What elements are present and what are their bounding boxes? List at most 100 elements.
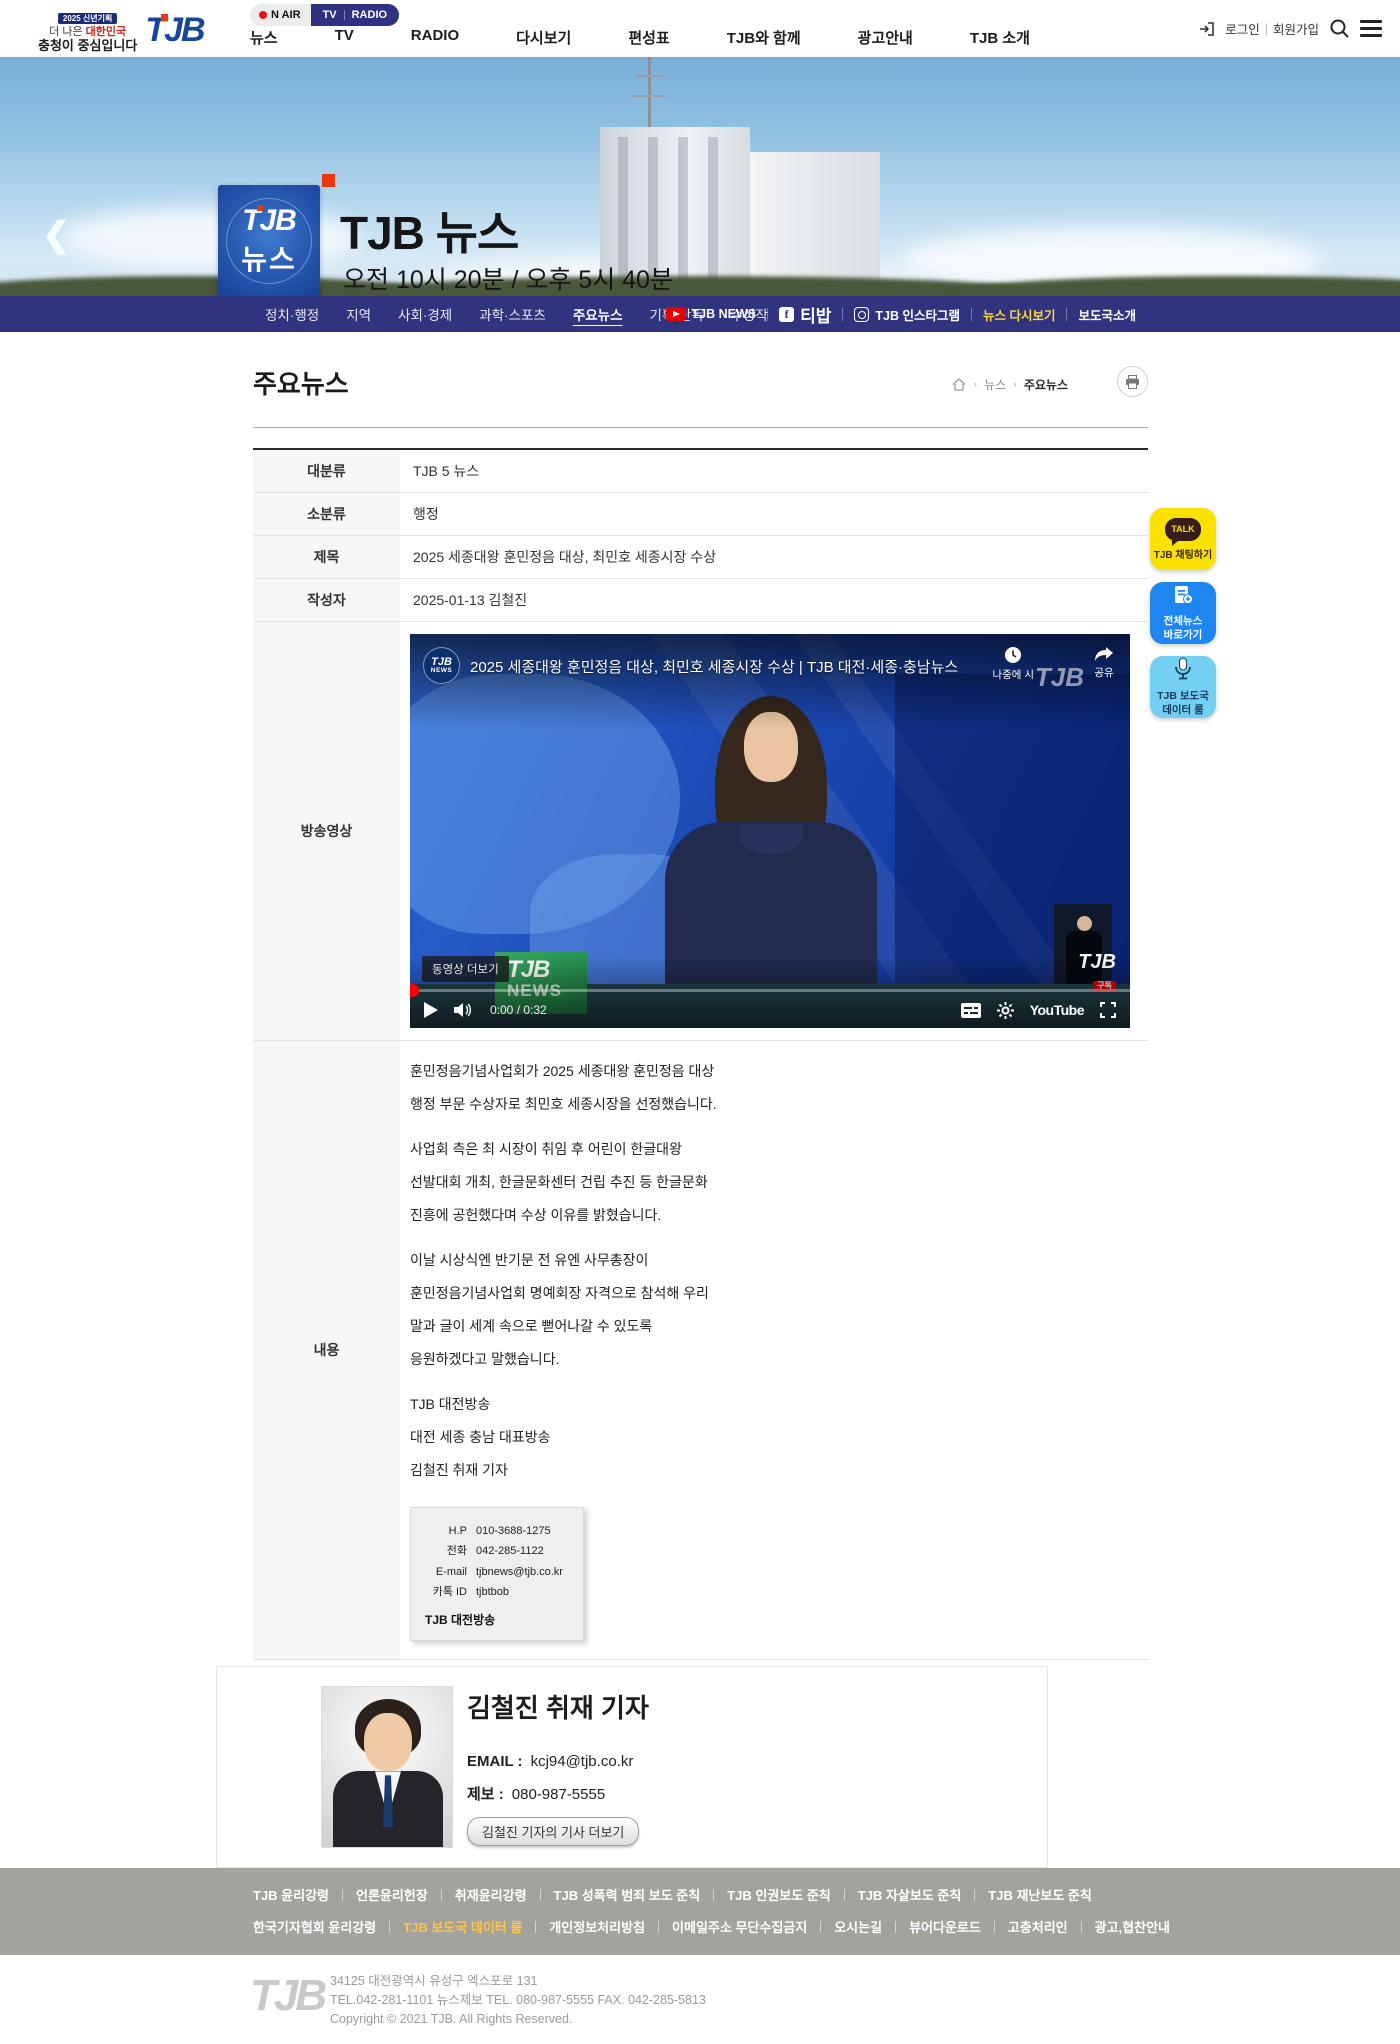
subnav-social-links: TJB NEWS f티밥 TJB 인스타그램 뉴스 다시보기 보도국소개 <box>666 302 1136 327</box>
footer-link[interactable]: 개인정보처리방침 <box>549 1917 645 1936</box>
subnav-science-sports[interactable]: 과학·스포츠 <box>479 304 546 324</box>
printer-icon <box>1125 375 1140 389</box>
instagram-link[interactable]: TJB 인스타그램 <box>854 305 960 324</box>
tjb-brand-logo[interactable]: TJB <box>145 11 203 50</box>
page-title: 주요뉴스 <box>253 364 349 401</box>
table-row-category: 대분류 TJB 5 뉴스 <box>253 450 1148 493</box>
play-button[interactable] <box>424 1002 438 1018</box>
row-label: 내용 <box>253 1041 400 1659</box>
volume-button[interactable] <box>454 1002 474 1018</box>
subnav-region[interactable]: 지역 <box>346 304 371 324</box>
nav-item-with-tjb[interactable]: TJB와 함께 <box>727 27 801 48</box>
subnav-society-economy[interactable]: 사회·경제 <box>398 304 452 324</box>
banner-title: TJB 뉴스 <box>340 197 518 263</box>
nav-item-tv[interactable]: TV <box>335 27 354 48</box>
youtube-icon <box>666 307 686 321</box>
login-link[interactable]: 로그인 <box>1225 19 1260 38</box>
footer-link[interactable]: 뷰어다운로드 <box>909 1917 981 1936</box>
login-icon <box>1200 22 1215 36</box>
footer-link[interactable]: TJB 성폭력 범죄 보도 준칙 <box>554 1885 701 1904</box>
facebook-link[interactable]: f티밥 <box>779 302 831 327</box>
nav-item-ads[interactable]: 광고안내 <box>858 27 913 48</box>
channel-avatar[interactable]: TJB NEWS <box>423 647 460 684</box>
banner-prev-arrow[interactable]: ❮ <box>42 215 71 255</box>
menu-hamburger-icon[interactable] <box>1360 20 1382 37</box>
watch-later-button[interactable]: 나중에 시 <box>992 646 1034 682</box>
footer-link[interactable]: 오시는길 <box>834 1917 882 1936</box>
subnav-separator <box>971 308 972 321</box>
news-replay-link[interactable]: 뉴스 다시보기 <box>983 305 1055 324</box>
main-content: 주요뉴스 › 뉴스 › 주요뉴스 대분류 TJB 5 뉴스 <box>0 332 1400 1868</box>
body-line: 김철진 취재 기자 <box>410 1454 1148 1487</box>
tjb-watermark: TJB <box>1035 662 1084 693</box>
footer-link[interactable]: 언론윤리헌장 <box>356 1885 428 1904</box>
captions-button[interactable] <box>961 1003 981 1018</box>
breadcrumb-separator: › <box>973 379 977 391</box>
search-icon[interactable] <box>1329 18 1350 39</box>
footer-link[interactable]: 취재윤리강령 <box>455 1885 527 1904</box>
all-news-shortcut-button[interactable]: 전체뉴스 바로가기 <box>1150 582 1216 644</box>
nav-item-radio[interactable]: RADIO <box>411 27 459 48</box>
paragraph: TJB 대전방송 대전 세종 충남 대표방송 김철진 취재 기자 <box>410 1388 1148 1487</box>
contact-value: tjbnews@tjb.co.kr <box>476 1562 563 1582</box>
contact-value: 042-285-1122 <box>476 1541 544 1561</box>
body-line: 사업회 측은 최 시장이 취임 후 어린이 한글대왕 <box>410 1133 1148 1166</box>
subnav-separator <box>767 308 768 321</box>
onair-divider <box>344 10 345 20</box>
more-articles-button[interactable]: 김철진 기자의 기사 더보기 <box>467 1817 639 1846</box>
signup-link[interactable]: 회원가입 <box>1273 19 1319 38</box>
nav-item-replay[interactable]: 다시보기 <box>516 27 571 48</box>
breadcrumb-news[interactable]: 뉴스 <box>984 376 1006 393</box>
nav-item-schedule[interactable]: 편성표 <box>628 27 669 48</box>
dataroom-button[interactable]: TJB 보도국 데이터 룸 <box>1150 656 1216 718</box>
tip-label: 제보 : <box>467 1786 504 1803</box>
footer-link[interactable]: 광고,협찬안내 <box>1095 1917 1170 1936</box>
dataroom-label: TJB 보도국 데이터 룸 <box>1157 690 1209 717</box>
footer-link[interactable]: TJB 윤리강령 <box>253 1885 329 1904</box>
video-title[interactable]: 2025 세종대왕 훈민정음 대상, 최민호 세종시장 수상 | TJB 대전·… <box>470 656 950 677</box>
onair-tv-label[interactable]: TV <box>323 9 337 21</box>
broadcast-building-wing <box>750 152 880 296</box>
article-body: 훈민정음기념사업회가 2025 세종대왕 훈민정음 대상 행정 부문 수상자로 … <box>400 1041 1148 1659</box>
fullscreen-button[interactable] <box>1100 1002 1116 1018</box>
footer-link[interactable]: TJB 재난보도 준칙 <box>988 1885 1092 1904</box>
newsroom-intro-link[interactable]: 보도국소개 <box>1078 305 1136 324</box>
share-button[interactable]: 공유 <box>1094 646 1114 680</box>
youtube-link[interactable]: TJB NEWS <box>666 307 757 321</box>
slogan-line2: 충청이 중심입니다 <box>38 39 137 54</box>
youtube-video-player[interactable]: TJB NEWS TJB NEWS 2025 세종대왕 훈민정음 대상, 최민호… <box>410 634 1130 1028</box>
home-icon[interactable] <box>952 378 966 391</box>
email-value[interactable]: kcj94@tjb.co.kr <box>531 1753 634 1770</box>
instagram-icon <box>854 307 869 322</box>
nav-item-news[interactable]: 뉴스 <box>250 27 278 48</box>
youtube-wordmark[interactable]: YouTube <box>1030 1002 1084 1018</box>
footer-link-dataroom[interactable]: TJB 보도국 데이터 룸 <box>403 1917 522 1936</box>
tjb-news-page: 2025 신년기획 더 나은 대한민국 충청이 중심입니다 TJB N AIR … <box>0 0 1400 2044</box>
footer-link[interactable]: TJB 인권보도 준칙 <box>727 1885 831 1904</box>
body-line: 선발대회 개최, 한글문화센터 건립 추진 등 한글문화 <box>410 1166 1148 1199</box>
onair-radio-label[interactable]: RADIO <box>352 9 387 21</box>
facebook-icon: f <box>779 307 794 322</box>
footer-link[interactable]: TJB 자살보도 준칙 <box>858 1885 962 1904</box>
kakao-chat-button[interactable]: TALK TJB 채팅하기 <box>1150 508 1216 570</box>
body-line: TJB 대전방송 <box>410 1388 1148 1421</box>
share-arrow-icon <box>1094 646 1114 662</box>
site-logo[interactable]: 2025 신년기획 더 나은 대한민국 충청이 중심입니다 TJB <box>38 8 204 54</box>
footer-link[interactable]: 한국기자협회 윤리강령 <box>253 1917 376 1936</box>
subnav-politics[interactable]: 정치·행정 <box>265 304 319 324</box>
print-button[interactable] <box>1117 366 1148 397</box>
row-label: 대분류 <box>253 450 400 492</box>
onair-badge[interactable]: N AIR TV RADIO <box>250 4 399 26</box>
slogan-line1-pre: 더 나은 <box>49 26 85 38</box>
nav-item-about[interactable]: TJB 소개 <box>970 27 1030 48</box>
logo-red-accent <box>161 14 168 21</box>
contact-label: H.P <box>421 1521 467 1541</box>
subnav-major-news[interactable]: 주요뉴스 <box>573 304 623 324</box>
news-subnav: 정치·행정 지역 사회·경제 과학·스포츠 주요뉴스 기획·단독 수상작 TJB… <box>0 296 1400 332</box>
settings-gear-button[interactable] <box>997 1002 1014 1019</box>
hero-banner: ❮ TJB 뉴스 TJB 뉴스 오전 10시 20분 / 오후 5시 40분 <box>0 57 1400 296</box>
body-line: 훈민정음기념사업회 명예회장 자격으로 참석해 우리 <box>410 1277 1148 1310</box>
footer-link[interactable]: 이메일주소 무단수집금지 <box>672 1917 807 1936</box>
footer-company-info: 34125 대전광역시 유성구 엑스포로 131 TEL.042-281-110… <box>330 1972 706 2029</box>
footer-link[interactable]: 고충처리인 <box>1008 1917 1068 1936</box>
